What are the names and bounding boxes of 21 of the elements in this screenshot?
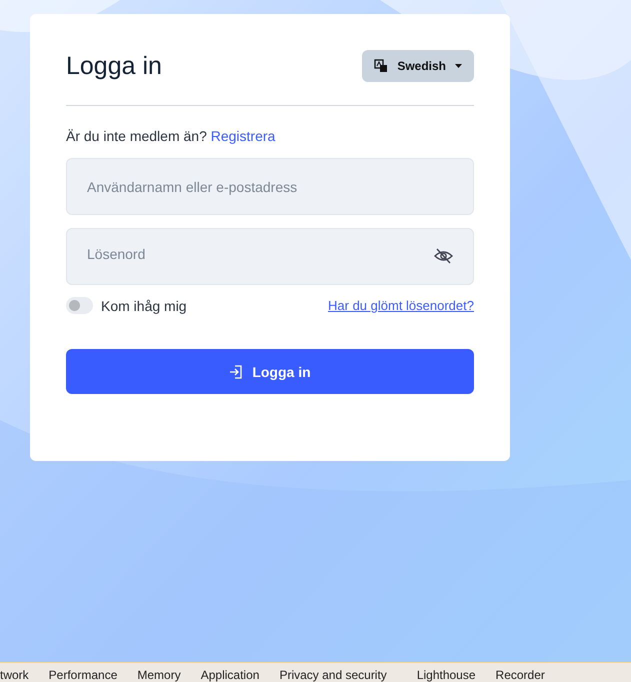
register-prompt: Är du inte medlem än? (66, 128, 207, 144)
devtools-tab[interactable]: Performance (38, 668, 128, 682)
translate-icon (374, 59, 388, 73)
sign-in-icon (229, 364, 244, 378)
devtools-tab[interactable]: twork (0, 668, 39, 682)
eye-slash-icon[interactable] (434, 248, 453, 264)
login-title: Logga in (66, 52, 162, 80)
password-field[interactable]: Lösenord (66, 228, 474, 285)
devtools-tab[interactable]: Lighthouse (406, 668, 486, 682)
devtools-tab[interactable]: Memory (127, 668, 191, 682)
language-dropdown[interactable]: Swedish (362, 50, 474, 82)
remember-toggle[interactable] (66, 297, 93, 314)
forgot-password-link[interactable]: Har du glömt lösenordet? (328, 298, 474, 313)
login-button[interactable]: Logga in (66, 349, 474, 394)
devtools-tab[interactable]: Application (190, 668, 270, 682)
devtools-tab[interactable]: Privacy and security (269, 668, 397, 682)
remember-label: Kom ihåg mig (101, 298, 187, 314)
register-link[interactable]: Registrera (210, 128, 276, 144)
devtools-tab[interactable]: Recorder (486, 668, 555, 682)
username-field[interactable]: Användarnamn eller e-postadress (66, 158, 474, 215)
caret-icon (455, 64, 462, 68)
